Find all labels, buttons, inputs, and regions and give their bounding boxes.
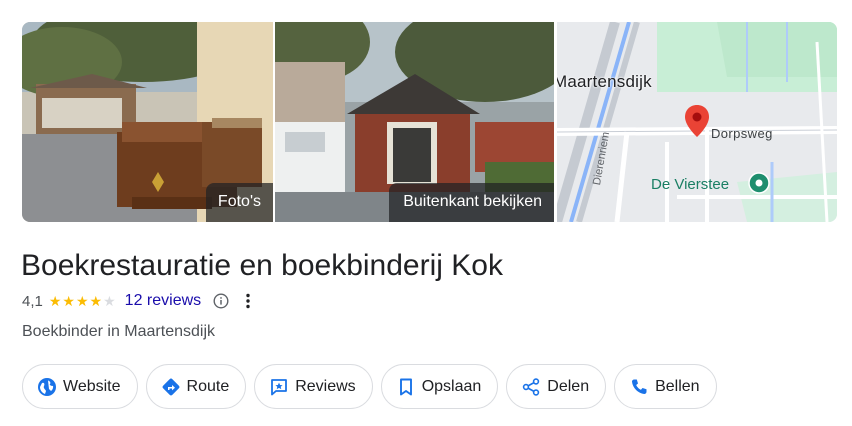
call-button[interactable]: Bellen: [614, 364, 717, 409]
map-tile[interactable]: Maartensdijk Dorpsweg Dierenriem De Vier…: [557, 22, 837, 222]
share-label: Delen: [547, 377, 590, 395]
map-poi-label: De Vierstee: [651, 176, 730, 193]
share-icon: [523, 377, 540, 396]
share-button[interactable]: Delen: [506, 364, 607, 409]
bookmark-icon: [399, 378, 412, 395]
phone-icon: [632, 379, 647, 394]
reviews-label: Reviews: [295, 377, 356, 395]
poi-marker-icon[interactable]: [748, 172, 770, 194]
map-street-label: Dorpsweg: [711, 126, 773, 141]
rating-row: 4,1 ★ ★ ★ ★ ★ 12 reviews: [22, 291, 251, 311]
call-label: Bellen: [655, 377, 700, 395]
action-buttons: Website Route Reviews Opslaan Delen Bell…: [22, 364, 717, 409]
star-full-icon: ★: [62, 293, 75, 309]
reviews-button[interactable]: Reviews: [254, 364, 373, 409]
place-category: Boekbinder in Maartensdijk: [22, 323, 215, 340]
website-label: Website: [63, 377, 121, 395]
map-town-label: Maartensdijk: [557, 72, 652, 91]
star-full-icon: ★: [89, 293, 103, 309]
star-empty-icon: ★: [103, 293, 116, 309]
place-title: Boekrestauratie en boekbinderij Kok: [21, 249, 503, 282]
location-pin-icon[interactable]: [684, 104, 710, 138]
star-full-icon: ★: [75, 293, 89, 309]
info-icon[interactable]: [213, 293, 229, 309]
review-icon: [271, 378, 288, 395]
street-view-tile[interactable]: Buitenkant bekijken: [275, 22, 554, 222]
save-label: Opslaan: [421, 377, 482, 395]
rating-value: 4,1: [22, 292, 43, 310]
save-button[interactable]: Opslaan: [380, 364, 499, 409]
media-strip: Foto's Buitenkant bekijken Maartensdijk …: [22, 22, 837, 222]
globe-icon: [38, 377, 56, 396]
route-button[interactable]: Route: [145, 364, 247, 409]
more-options-icon[interactable]: [245, 293, 251, 309]
directions-icon: [162, 378, 179, 395]
street-view-label: Buitenkant bekijken: [389, 183, 554, 222]
route-label: Route: [186, 377, 230, 395]
star-full-icon: ★: [48, 293, 62, 309]
photos-label: Foto's: [205, 183, 273, 222]
photos-tile[interactable]: Foto's: [22, 22, 273, 222]
reviews-link[interactable]: 12 reviews: [125, 292, 201, 310]
star-rating: ★ ★ ★ ★ ★: [49, 294, 116, 308]
website-button[interactable]: Website: [22, 364, 138, 409]
